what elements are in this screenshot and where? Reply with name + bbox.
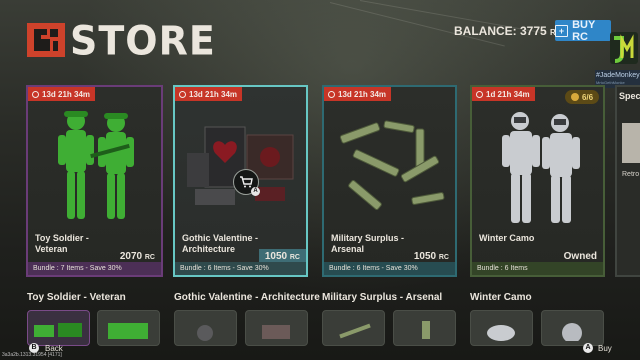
card-title: Speci	[619, 91, 640, 101]
price-value: 2070	[119, 251, 143, 262]
toy-soldier-image	[58, 111, 134, 219]
streamer-name: #JadeMonkey	[596, 72, 640, 79]
item-image	[262, 325, 290, 339]
item-image	[422, 321, 430, 339]
bundle-info: Bundle : 6 Items	[472, 262, 603, 275]
item-image	[562, 323, 582, 343]
card-price: 2070 RC	[120, 251, 155, 262]
bundle-info: Bundle : 6 Items - Save 30%	[175, 262, 306, 275]
timer-badge: 13d 21h 34m	[324, 87, 392, 101]
price-unit: RC	[289, 254, 300, 261]
streamer-logo	[606, 30, 640, 66]
timer-text: 13d 21h 34m	[42, 89, 91, 99]
card-title-line: Toy Soldier -	[35, 233, 89, 243]
card-title: Winter Camo	[479, 233, 569, 244]
price-unit: RC	[144, 254, 155, 261]
gothic-valentine-image	[187, 126, 294, 205]
store-card-partial[interactable]: Speci Retro	[615, 85, 640, 277]
timer-badge: 1d 21h 34m	[472, 87, 535, 101]
timer-text: 13d 21h 34m	[338, 89, 387, 99]
balance-display: BALANCE: 3775 RC	[454, 24, 562, 38]
card-title-line: Military Surplus -	[331, 233, 405, 243]
card-title-line: Winter Camo	[479, 233, 535, 243]
clock-icon	[328, 90, 335, 98]
cart-icon	[240, 176, 253, 188]
price-value: 1050	[413, 251, 437, 262]
bundle-info: Bundle : 6 Items - Save 30%	[324, 262, 455, 275]
timer-badge: 13d 21h 34m	[175, 87, 243, 101]
clock-icon	[32, 90, 39, 98]
store-card-winter-camo[interactable]: 1d 21h 34m 6/6 Winter Camo Owned Bundle …	[470, 85, 605, 277]
card-title: Toy Soldier - Veteran	[35, 233, 125, 255]
buy-button[interactable]: Buy	[598, 344, 612, 353]
a-button-icon: A	[583, 343, 593, 353]
card-title-line: Veteran	[35, 244, 68, 254]
card-price: 1050 RC	[414, 251, 449, 262]
page-title: STORE	[70, 17, 216, 65]
clock-icon	[179, 90, 186, 98]
store-card-military-surplus[interactable]: 13d 21h 34m Military Surplus - Arsenal 1…	[322, 85, 457, 277]
timer-text: 1d 21h 34m	[486, 89, 530, 99]
item-image	[197, 325, 213, 341]
timer-text: 13d 21h 34m	[189, 89, 238, 99]
a-button-icon: A	[251, 187, 260, 196]
item-thumbnail	[622, 123, 640, 163]
military-surplus-image	[339, 120, 445, 210]
winter-camo-image	[502, 112, 580, 223]
item-image	[339, 323, 371, 339]
buy-rc-button[interactable]: + BUY RC	[555, 19, 611, 43]
bundle-info: Bundle : 7 Items - Save 30%	[28, 262, 161, 275]
section-title-winter-camo: Winter Camo	[470, 292, 532, 303]
section-title-toy-soldier: Toy Soldier - Veteran	[27, 292, 126, 303]
add-to-cart-button[interactable]: A	[233, 169, 260, 196]
price-unit: RC	[438, 254, 449, 261]
balance-label: BALANCE: 3775	[454, 24, 547, 38]
card-title: Military Surplus - Arsenal	[331, 233, 421, 255]
section-title-military-surplus: Military Surplus - Arsenal	[322, 292, 443, 303]
footer-bar	[0, 340, 640, 360]
price-value: 1050	[264, 251, 288, 262]
build-version: 3a3a2b.1313.31954 [4171]	[2, 352, 62, 358]
items-count: 6/6	[581, 92, 594, 102]
add-currency-icon: +	[555, 24, 569, 37]
card-title-line: Arsenal	[331, 244, 365, 254]
item-image	[108, 323, 148, 339]
item-name: Retro	[622, 171, 640, 178]
clock-icon	[476, 90, 483, 98]
item-image	[487, 325, 515, 341]
owned-status: Owned	[563, 251, 597, 262]
coin-icon	[570, 93, 579, 101]
store-card-gothic-valentine[interactable]: 13d 21h 34m A Gothic Valentine - Archite…	[173, 85, 308, 277]
card-title-line: Gothic Valentine -	[182, 233, 259, 243]
timer-badge: 13d 21h 34m	[28, 87, 96, 101]
section-title-gothic-valentine: Gothic Valentine - Architecture	[174, 292, 320, 303]
store-card-toy-soldier[interactable]: 13d 21h 34m Toy Soldier - Veteran 2070 R…	[26, 85, 163, 277]
owned-items-badge: 6/6	[565, 90, 599, 104]
rust-logo-icon	[27, 23, 65, 57]
item-image	[34, 323, 82, 337]
